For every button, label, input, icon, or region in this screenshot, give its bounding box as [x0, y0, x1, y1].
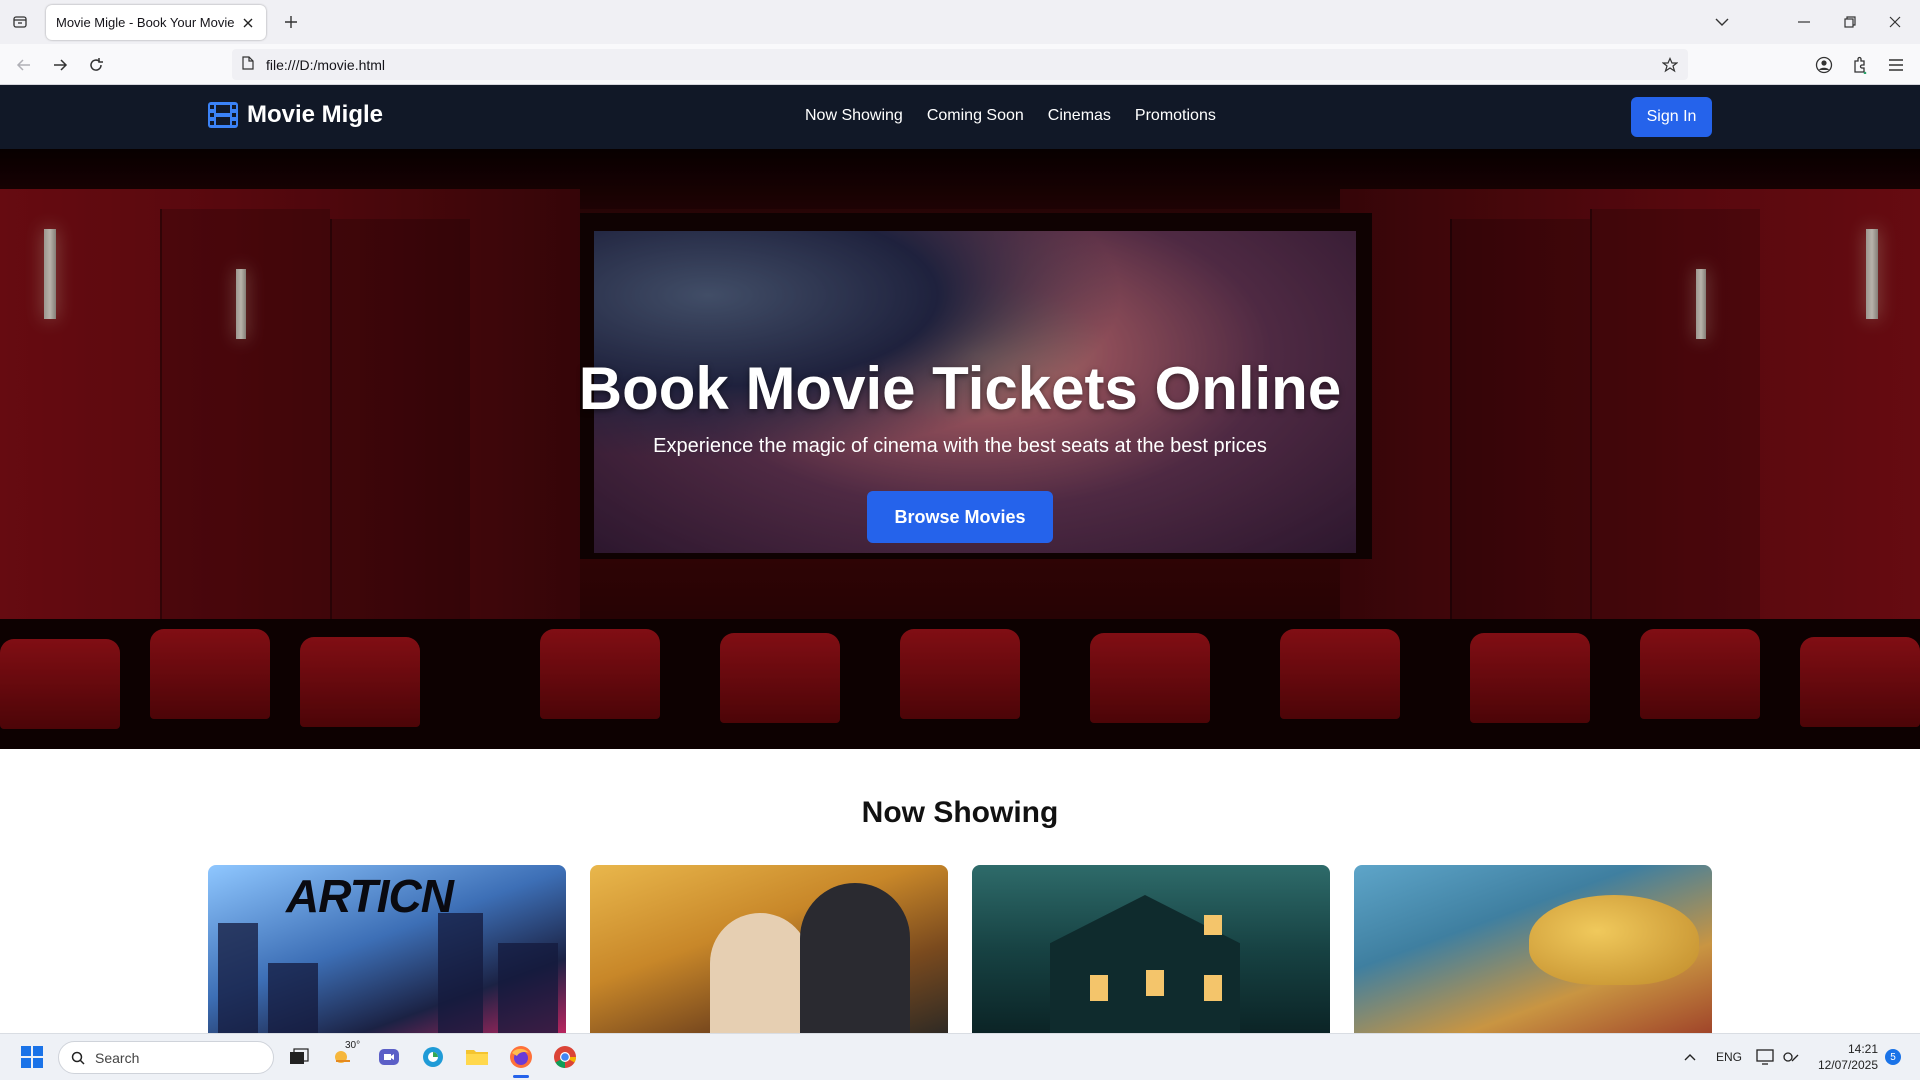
edge-icon[interactable] [420, 1044, 446, 1070]
chevron-down-icon[interactable] [1709, 10, 1735, 34]
poster-window [1090, 975, 1108, 1001]
windows-start-icon[interactable] [19, 1044, 45, 1070]
network-icon[interactable] [1778, 1044, 1804, 1070]
nav-now-showing[interactable]: Now Showing [805, 107, 903, 125]
browser-tabbar: Movie Migle - Book Your Movie Tick [0, 0, 1920, 44]
now-showing-heading: Now Showing [861, 796, 1059, 829]
account-icon[interactable] [1811, 52, 1837, 78]
close-icon[interactable] [240, 15, 256, 31]
movie-card[interactable] [590, 865, 948, 1033]
site-header: Movie Migle Now Showing Coming Soon Cine… [0, 85, 1920, 149]
bookmark-star-icon[interactable] [1658, 53, 1682, 77]
meet-icon[interactable] [376, 1044, 402, 1070]
poster-building [498, 943, 558, 1033]
display-icon[interactable] [1752, 1044, 1778, 1070]
site-logo[interactable]: Movie Migle [208, 101, 383, 129]
poster-building [268, 963, 318, 1033]
firefox-icon[interactable] [508, 1044, 534, 1070]
main-nav: Now Showing Coming Soon Cinemas Promotio… [805, 107, 1216, 125]
site-logo-text: Movie Migle [247, 101, 384, 128]
restore-icon[interactable] [1837, 10, 1863, 34]
reload-icon[interactable] [83, 52, 109, 78]
url-text: file:///D:/movie.html [266, 56, 386, 73]
poster-person [800, 883, 910, 1033]
movie-card[interactable] [972, 865, 1330, 1033]
browse-movies-button[interactable]: Browse Movies [867, 491, 1053, 543]
chevron-up-icon[interactable] [1677, 1044, 1703, 1070]
tab-title: Movie Migle - Book Your Movie Tick [56, 15, 236, 30]
weather-temp: 30° [345, 1040, 361, 1051]
page-icon [242, 56, 254, 73]
active-app-indicator [513, 1075, 529, 1078]
poster-window [1204, 915, 1222, 935]
back-arrow-icon[interactable] [11, 52, 37, 78]
poster-mushroom [1529, 895, 1699, 985]
poster-person [710, 913, 810, 1033]
url-bar[interactable]: file:///D:/movie.html [232, 49, 1688, 80]
browser-tab-active[interactable]: Movie Migle - Book Your Movie Tick [46, 5, 266, 40]
taskbar-search-placeholder: Search [95, 1049, 140, 1066]
taskbar-clock[interactable]: 14:21 12/07/2025 [1810, 1041, 1878, 1073]
poster-building [218, 923, 258, 1033]
browser-toolbar: file:///D:/movie.html [0, 44, 1920, 85]
poster-window [1204, 975, 1222, 1001]
notification-badge[interactable]: 5 [1885, 1049, 1901, 1065]
language-indicator[interactable]: ENG [1716, 1050, 1742, 1064]
clock-date: 12/07/2025 [1817, 1058, 1878, 1072]
nav-cinemas[interactable]: Cinemas [1048, 107, 1111, 125]
extensions-icon[interactable] [1847, 52, 1873, 78]
hero-subtitle: Experience the magic of cinema with the … [653, 435, 1267, 457]
poster-title-text: ARTICN [286, 870, 454, 922]
search-icon [71, 1051, 85, 1065]
poster-building [438, 913, 483, 1033]
sign-in-button[interactable]: Sign In [1631, 97, 1712, 137]
movie-card[interactable]: ARTICN [208, 865, 566, 1033]
clock-time: 14:21 [1847, 1042, 1878, 1056]
close-window-icon[interactable] [1882, 10, 1908, 34]
chrome-icon[interactable] [552, 1044, 578, 1070]
poster-window [1146, 970, 1164, 996]
forward-arrow-icon[interactable] [47, 52, 73, 78]
menu-icon[interactable] [1883, 52, 1909, 78]
nav-promotions[interactable]: Promotions [1135, 107, 1216, 125]
hero-section: Book Movie Tickets Online Experience the… [0, 149, 1920, 749]
movie-card[interactable] [1354, 865, 1712, 1033]
minimize-icon[interactable] [1791, 10, 1817, 34]
taskbar-search[interactable]: Search [58, 1041, 274, 1074]
os-taskbar: Search 30° ENG 14:21 12/07/2025 5 [0, 1033, 1920, 1080]
hero-title: Book Movie Tickets Online [578, 355, 1342, 422]
task-view-icon[interactable] [286, 1044, 312, 1070]
film-icon [208, 102, 238, 128]
tab-list-icon[interactable] [8, 10, 32, 34]
file-explorer-icon[interactable] [464, 1044, 490, 1070]
plus-icon[interactable] [279, 10, 303, 34]
nav-coming-soon[interactable]: Coming Soon [927, 107, 1024, 125]
